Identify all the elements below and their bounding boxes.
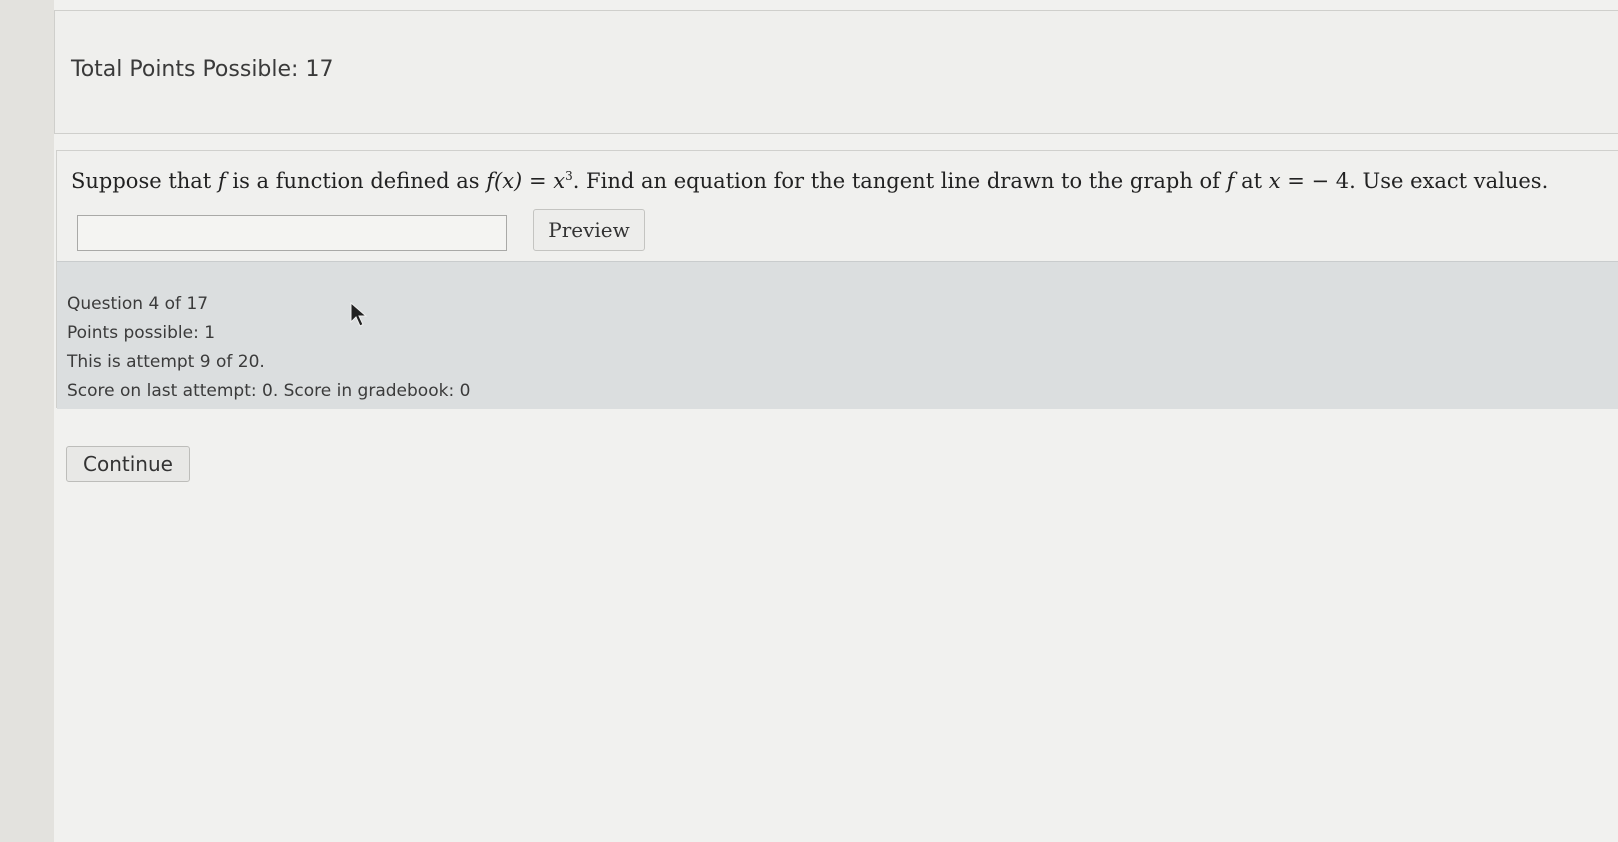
total-points-label: Total Points Possible: 17 xyxy=(71,57,334,82)
continue-button[interactable]: Continue xyxy=(66,446,190,482)
question-panel: Suppose that f is a function defined as … xyxy=(56,150,1618,409)
math-base: x xyxy=(553,169,566,193)
left-margin xyxy=(0,0,54,842)
question-text-mid1: is a function defined as xyxy=(225,169,487,193)
attempt-count: This is attempt 9 of 20. xyxy=(67,352,265,372)
question-info-lines: Question 4 of 17 Points possible: 1 This… xyxy=(67,290,470,406)
math-exponent: 3 xyxy=(565,169,573,183)
question-text-at: at xyxy=(1234,169,1269,193)
points-possible: Points possible: 1 xyxy=(67,323,216,343)
answer-input[interactable] xyxy=(77,215,507,251)
math-equals-second: = xyxy=(1280,169,1312,193)
score-summary: Score on last attempt: 0. Score in grade… xyxy=(67,381,471,401)
preview-button[interactable]: Preview xyxy=(533,209,645,251)
mouse-pointer-icon xyxy=(350,302,368,327)
question-text-mid2: . Find an equation for the tangent line … xyxy=(572,169,1227,193)
math-function-lhs: f(x) xyxy=(486,169,523,193)
question-text-prefix: Suppose that xyxy=(71,169,218,193)
question-text-suffix: . Use exact values. xyxy=(1349,169,1549,193)
math-variable-x: x xyxy=(1268,169,1281,193)
question-text: Suppose that f is a function defined as … xyxy=(71,169,1548,193)
math-equals: = xyxy=(522,169,554,193)
math-point-value: − 4 xyxy=(1311,169,1350,193)
math-f: f xyxy=(217,169,226,193)
assessment-header: Total Points Possible: 17 xyxy=(54,10,1618,134)
question-info-panel: Question 4 of 17 Points possible: 1 This… xyxy=(57,261,1618,409)
question-number: Question 4 of 17 xyxy=(67,294,209,314)
